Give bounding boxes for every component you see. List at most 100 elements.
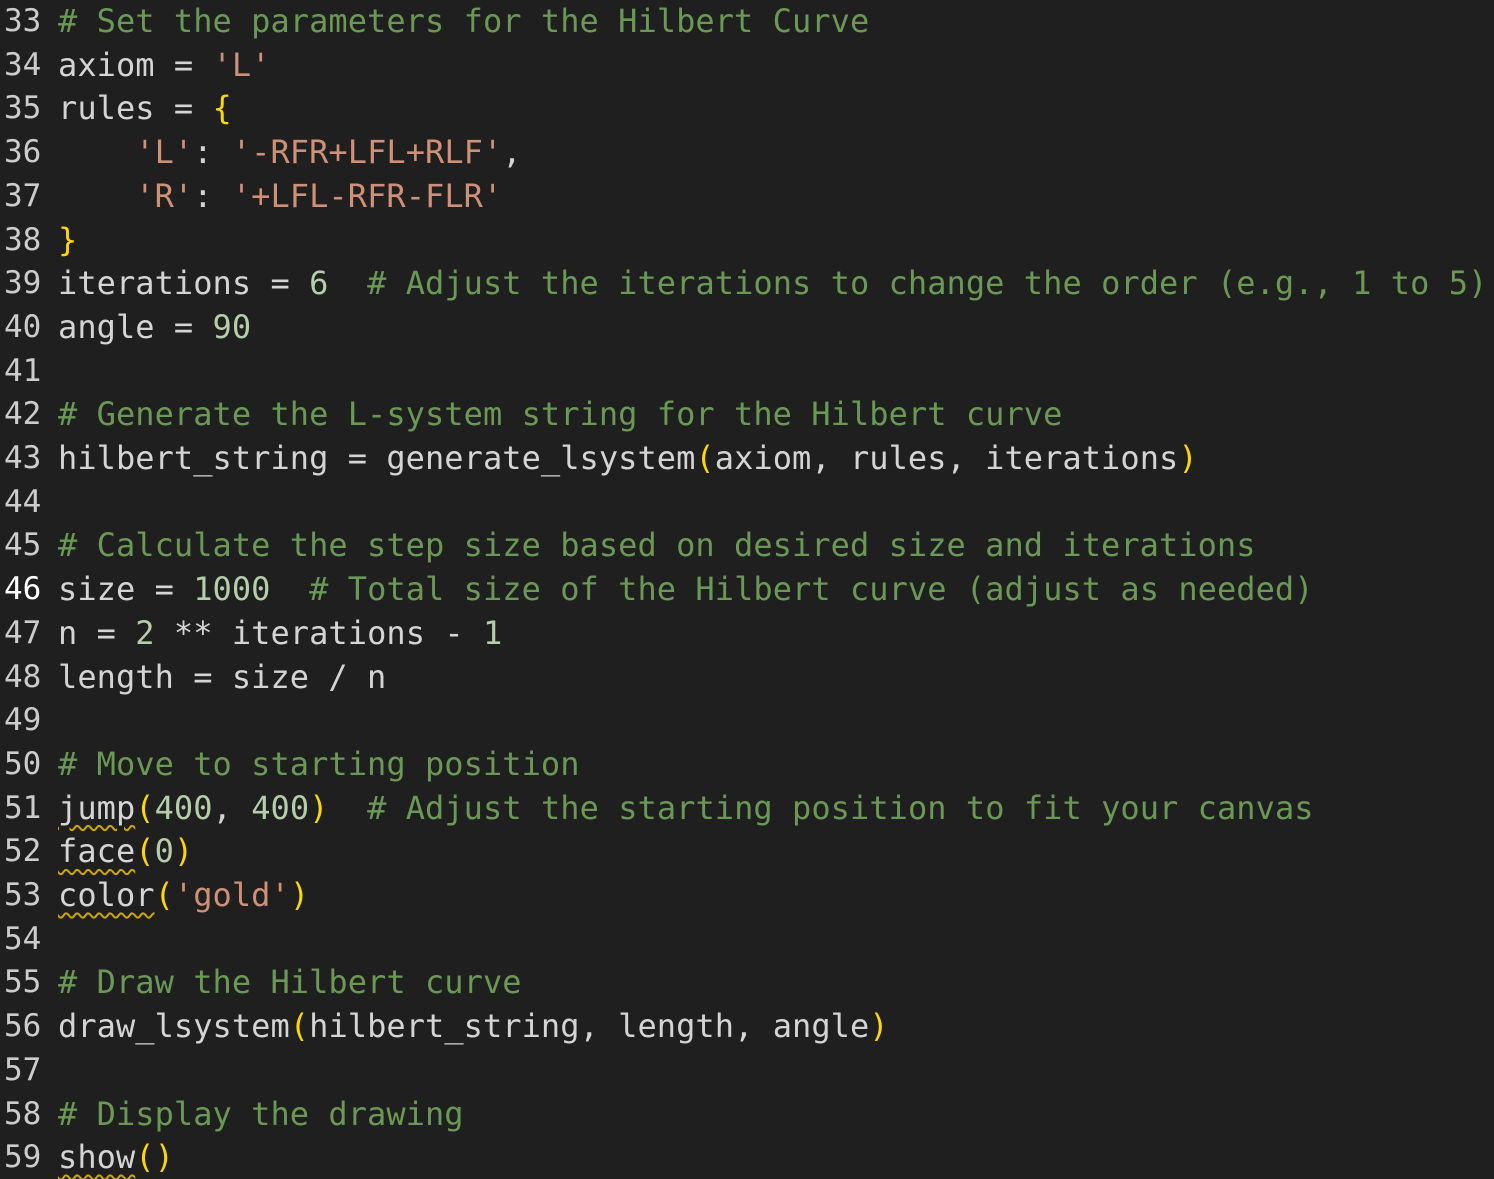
string-literal: 'R' — [135, 176, 194, 215]
code-text[interactable]: jump(400, 400) # Adjust the starting pos… — [58, 787, 1314, 830]
line-number: 46 — [4, 571, 42, 608]
line-number: 41 — [4, 352, 42, 389]
code-line[interactable]: 47 n = 2 ** iterations - 1 — [0, 612, 1494, 655]
code-token: size = — [58, 570, 194, 609]
code-line[interactable]: 36 'L': '-RFR+LFL+RLF', — [0, 131, 1494, 174]
code-line[interactable]: 56 draw_lsystem(hilbert_string, length, a… — [0, 1005, 1494, 1048]
code-text[interactable]: 'L': '-RFR+LFL+RLF', — [58, 131, 522, 174]
code-text[interactable]: show() — [58, 1136, 174, 1179]
line-number: 35 — [4, 90, 42, 127]
code-token: rules = — [58, 89, 213, 128]
code-line[interactable]: 45 # Calculate the step size based on des… — [0, 524, 1494, 567]
code-line[interactable]: 50 # Move to starting position — [0, 743, 1494, 786]
code-line[interactable]: 48 length = size / n — [0, 656, 1494, 699]
code-line[interactable]: 51 jump(400, 400) # Adjust the starting p… — [0, 787, 1494, 830]
code-line[interactable]: 52 face(0) — [0, 830, 1494, 873]
number-literal: 90 — [212, 307, 252, 346]
code-comment: # Draw the Hilbert curve — [58, 963, 522, 1002]
code-line[interactable]: 53 color('gold') — [0, 874, 1494, 917]
bracket: ( — [135, 832, 155, 871]
code-token: draw_lsystem — [58, 1007, 290, 1046]
bracket: ( — [289, 1007, 310, 1046]
code-text[interactable]: } — [58, 219, 77, 262]
code-text[interactable]: hilbert_string = generate_lsystem(axiom,… — [58, 437, 1198, 480]
line-number: 50 — [4, 745, 42, 782]
code-line[interactable]: 41 — [0, 350, 1494, 393]
code-text[interactable]: # Move to starting position — [58, 743, 580, 786]
number-literal: 0 — [154, 832, 174, 871]
code-line[interactable]: 37 'R': '+LFL-RFR-FLR' — [0, 175, 1494, 218]
line-number: 44 — [4, 483, 42, 520]
code-line[interactable]: 40 angle = 90 — [0, 306, 1494, 349]
code-text[interactable]: 'R': '+LFL-RFR-FLR' — [58, 175, 502, 218]
code-text[interactable]: rules = { — [58, 87, 232, 130]
code-token: , — [212, 788, 252, 827]
code-editor[interactable]: 33 # Set the parameters for the Hilbert C… — [0, 0, 1494, 1178]
code-token: hilbert_string, length, angle — [309, 1007, 870, 1046]
code-token: color — [58, 876, 155, 914]
code-token: jump — [58, 788, 136, 827]
code-text[interactable]: n = 2 ** iterations - 1 — [58, 612, 502, 655]
code-text[interactable]: angle = 90 — [58, 306, 251, 349]
code-token: hilbert_string = generate_lsystem — [58, 439, 696, 477]
code-line[interactable]: 42 # Generate the L-system string for the… — [0, 393, 1494, 436]
line-number: 54 — [4, 920, 42, 957]
bracket: ( — [154, 876, 174, 914]
code-token: : — [193, 176, 232, 215]
line-number: 40 — [4, 308, 42, 345]
number-literal: 2 — [135, 613, 155, 652]
bracket: ) — [289, 876, 310, 914]
code-token: length = size / n — [58, 657, 387, 696]
code-text[interactable]: draw_lsystem(hilbert_string, length, ang… — [58, 1005, 889, 1048]
code-text[interactable]: iterations = 6 # Adjust the iterations t… — [58, 262, 1487, 305]
code-text[interactable]: axiom = 'L' — [58, 44, 270, 87]
line-number: 48 — [4, 658, 42, 695]
code-token: n = — [58, 613, 136, 652]
code-line[interactable]: 58 # Display the drawing — [0, 1093, 1494, 1136]
code-line[interactable]: 59 show() — [0, 1136, 1494, 1179]
line-number: 38 — [4, 221, 42, 258]
line-number: 57 — [4, 1051, 42, 1088]
string-literal: 'L' — [135, 133, 194, 172]
code-text[interactable]: # Calculate the step size based on desir… — [58, 524, 1256, 567]
code-line[interactable]: 54 — [0, 918, 1494, 961]
code-comment: # Total size of the Hilbert curve (adjus… — [309, 570, 1314, 609]
code-token: show — [58, 1138, 136, 1177]
number-literal: 400 — [154, 788, 213, 827]
code-text[interactable]: size = 1000 # Total size of the Hilbert … — [58, 568, 1314, 611]
code-line[interactable]: 34 axiom = 'L' — [0, 44, 1494, 87]
code-text[interactable]: length = size / n — [58, 656, 386, 699]
code-line[interactable]: 35 rules = { — [0, 87, 1494, 130]
code-token: : — [193, 133, 232, 172]
code-text[interactable]: # Display the drawing — [58, 1093, 464, 1136]
code-line[interactable]: 46 size = 1000 # Total size of the Hilber… — [0, 568, 1494, 611]
code-line[interactable]: 43 hilbert_string = generate_lsystem(axio… — [0, 437, 1494, 480]
code-text[interactable]: # Set the parameters for the Hilbert Cur… — [58, 0, 869, 43]
number-literal: 1000 — [193, 570, 271, 609]
code-line[interactable]: 33 # Set the parameters for the Hilbert C… — [0, 0, 1494, 43]
code-text[interactable]: # Draw the Hilbert curve — [58, 961, 522, 1004]
code-line[interactable]: 44 — [0, 481, 1494, 524]
code-text[interactable]: face(0) — [58, 830, 193, 873]
code-text[interactable]: color('gold') — [58, 874, 309, 917]
code-line[interactable]: 38} — [0, 219, 1494, 262]
code-line[interactable]: 57 — [0, 1049, 1494, 1092]
code-line[interactable]: 55 # Draw the Hilbert curve — [0, 961, 1494, 1004]
code-token: axiom, rules, iterations — [714, 439, 1179, 477]
code-comment: # Move to starting position — [58, 744, 580, 783]
code-comment: # Generate the L-system string for the H… — [58, 395, 1063, 434]
code-text[interactable]: # Generate the L-system string for the H… — [58, 393, 1062, 436]
code-comment: # Adjust the iterations to change the or… — [367, 264, 1488, 303]
code-comment: # Display the drawing — [58, 1094, 464, 1133]
line-number: 36 — [4, 134, 42, 171]
code-line[interactable]: 49 — [0, 699, 1494, 742]
bracket: ) — [869, 1007, 889, 1046]
line-number: 47 — [4, 614, 42, 651]
line-number: 51 — [4, 789, 42, 826]
code-line[interactable]: 39 iterations = 6 # Adjust the iterations… — [0, 262, 1494, 305]
string-literal: 'gold' — [173, 876, 290, 914]
